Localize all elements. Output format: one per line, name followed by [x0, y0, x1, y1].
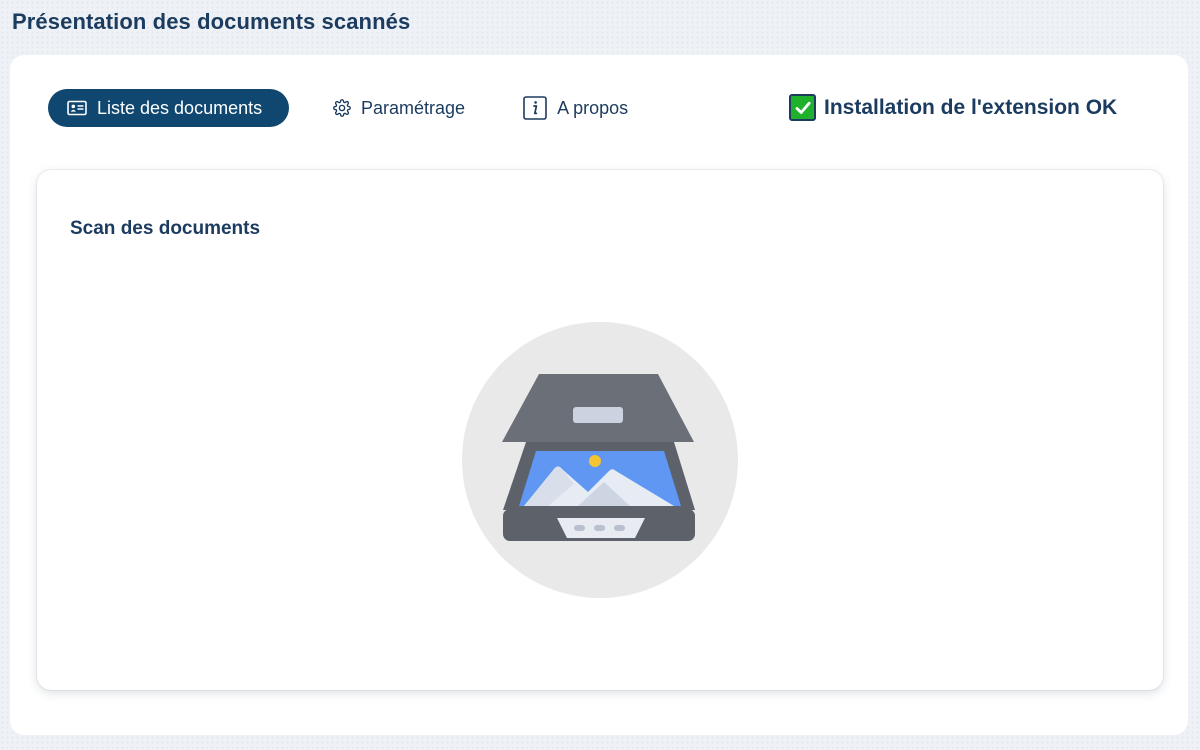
tab-settings[interactable]: Paramétrage	[325, 89, 473, 127]
section-title: Scan des documents	[70, 218, 261, 239]
page-title: Présentation des documents scannés	[12, 9, 411, 34]
gear-icon	[333, 99, 351, 117]
scan-section-card: Scan des documents	[37, 170, 1163, 690]
extension-status: Installation de l'extension OK	[789, 94, 1117, 121]
check-mark-icon	[789, 94, 816, 121]
extension-status-label: Installation de l'extension OK	[824, 95, 1118, 119]
tab-about[interactable]: A propos	[515, 89, 636, 127]
tab-label: Liste des documents	[97, 97, 263, 118]
tab-document-list[interactable]: Liste des documents	[48, 89, 289, 127]
info-icon	[523, 96, 547, 120]
main-card: Liste des documents Paramétrage A propos	[10, 55, 1188, 735]
contact-card-icon	[67, 100, 87, 116]
tab-label: Paramétrage	[361, 97, 466, 118]
scanner-icon	[462, 322, 738, 598]
tab-label: A propos	[557, 97, 629, 118]
tab-bar: Liste des documents Paramétrage A propos	[48, 89, 636, 127]
